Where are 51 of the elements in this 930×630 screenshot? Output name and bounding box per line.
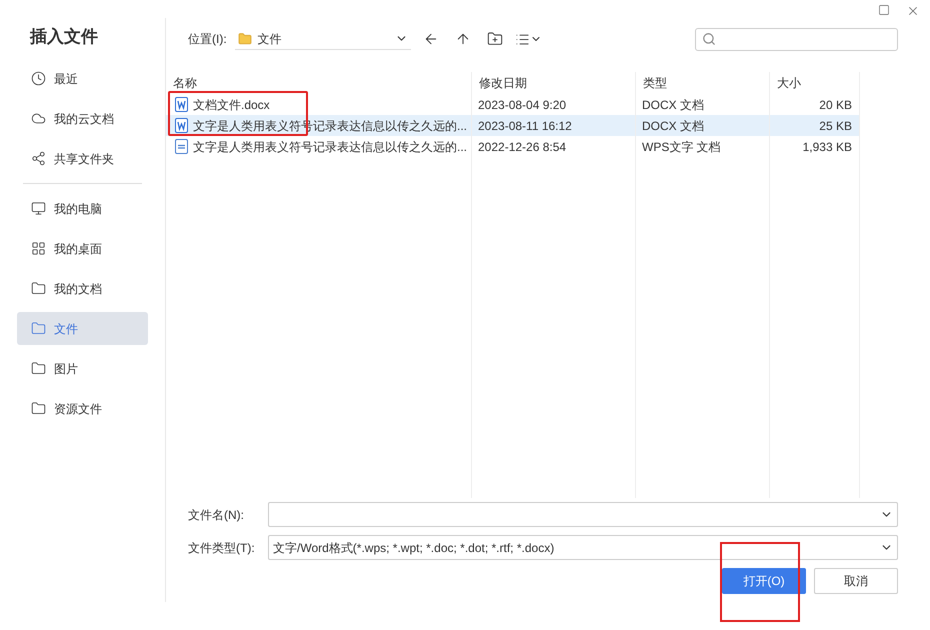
share-icon [31,151,46,166]
cloud-icon [31,111,46,126]
new-folder-icon[interactable] [486,31,503,47]
word-document-icon [175,97,188,112]
close-icon[interactable] [906,4,920,18]
sidebar-item[interactable]: 共享文件夹 [17,142,148,175]
folder-icon [238,32,252,46]
table-cell-text: DOCX 文档 [641,96,706,114]
sidebar-item[interactable]: 我的电脑 [17,192,148,225]
filename-field[interactable] [268,502,898,527]
document-icon [175,139,188,154]
table-cell-text: 2023-08-04 9:20 [477,96,568,114]
table-cell-text: DOCX 文档 [641,118,706,134]
column-header[interactable]: 类型 [635,72,769,94]
table-cell-text: 20 KB [818,96,853,114]
location-label: 位置(I): [188,31,227,48]
table-cell-text: 2022-12-26 8:54 [477,138,568,156]
sidebar-item[interactable]: 图片 [17,352,148,385]
search-field[interactable] [695,28,898,50]
column-header[interactable]: 修改日期 [471,72,635,94]
sidebar-item[interactable]: 资源文件 [17,392,148,425]
sidebar-item[interactable]: 文件 [17,312,148,345]
sidebar-item[interactable]: 我的云文档 [17,102,148,135]
sidebar-item[interactable]: 我的桌面 [17,232,148,265]
filetype-label: 文件类型(T): [188,540,256,556]
maximize-icon[interactable] [878,4,890,16]
word-document-icon [175,118,188,133]
filetype-dropdown[interactable]: 文字/Word格式(*.wps; *.wpt; *.doc; *.dot; *.rtf; *.docx) [268,535,898,560]
column-header[interactable]: 大小 [769,72,859,94]
table-cell-text: 2023-08-11 16:12 [477,118,573,134]
monitor-icon [31,201,46,216]
folder-icon [31,321,46,336]
file-name[interactable]: 文字是人类用表义符号记录表达信息以传之久远的... [193,138,468,156]
table-cell-text: WPS文字 文档 [641,138,722,156]
folder-icon [31,281,46,296]
search-icon [702,32,716,46]
cancel-button[interactable]: 取消 [814,568,898,594]
folder-icon [31,361,46,376]
location-dropdown[interactable]: 文件 [234,28,411,50]
sidebar-item[interactable]: 最近 [17,62,148,95]
table-cell-text: 1,933 KB [802,138,853,156]
column-header[interactable]: 名称 [166,72,471,94]
open-button[interactable]: 打开(O) [722,568,806,594]
sidebar-item[interactable]: 我的文档 [17,272,148,305]
table-cell-text: 25 KB [818,118,853,134]
window-title: 插入文件 [28,26,98,48]
file-name[interactable]: 文档文件.docx [193,96,270,114]
folder-icon [31,401,46,416]
filename-label: 文件名(N): [188,506,245,524]
grid-icon [31,241,46,256]
clock-icon [31,71,46,86]
